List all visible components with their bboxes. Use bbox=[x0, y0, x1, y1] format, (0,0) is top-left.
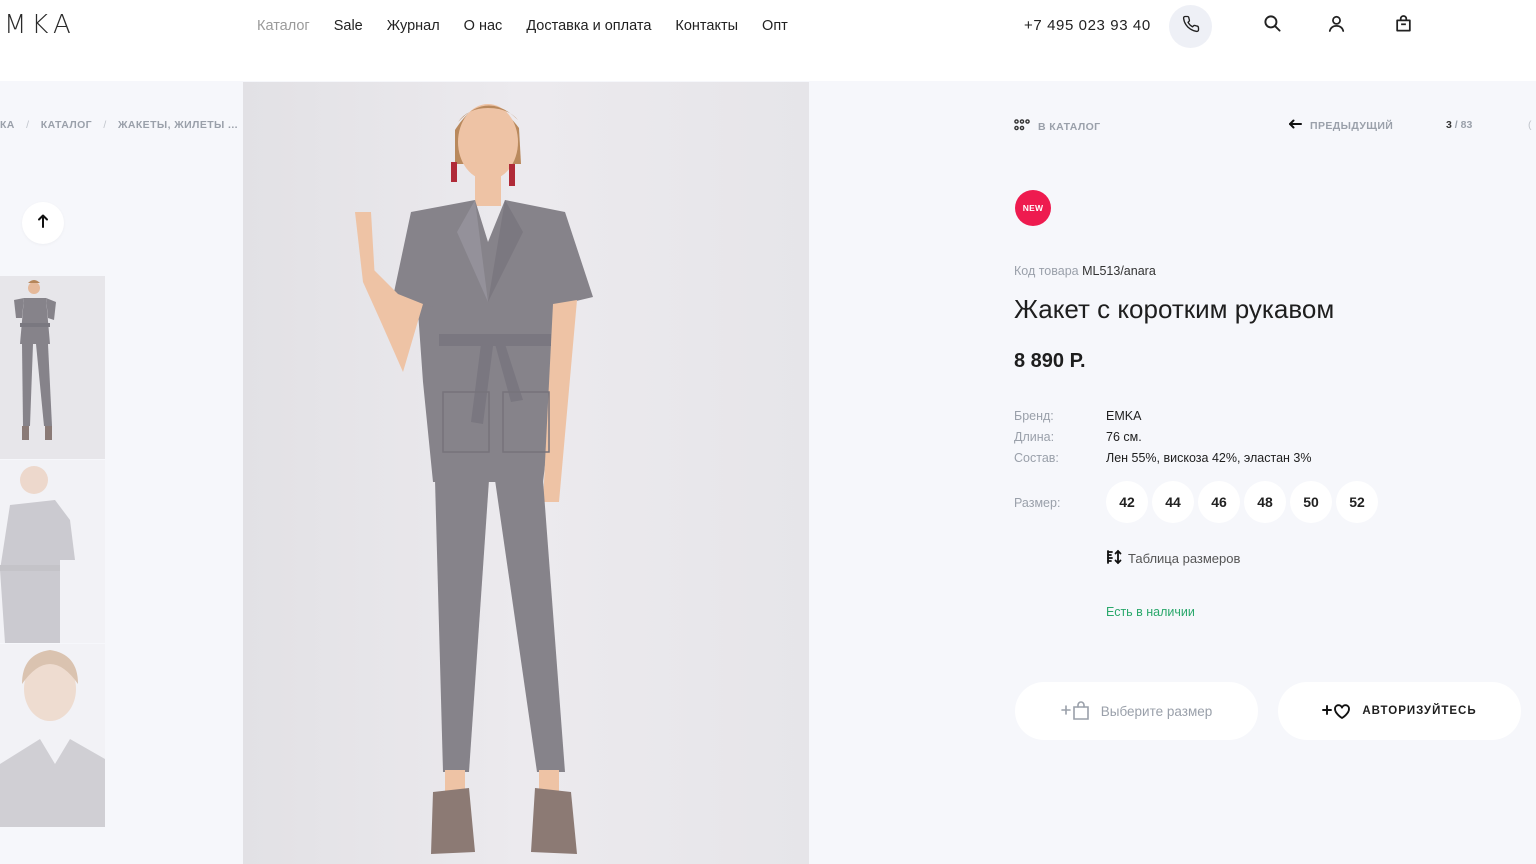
breadcrumb-item-jackets[interactable]: ЖАКЕТЫ, ЖИЛЕТЫ ... bbox=[118, 119, 238, 131]
model-thumbnail-image bbox=[0, 276, 105, 459]
spec-value-brand: EMKA bbox=[1106, 409, 1142, 423]
spec-label-length: Длина: bbox=[1014, 430, 1055, 444]
back-to-catalog-link[interactable]: В КАТАЛОГ bbox=[1014, 119, 1101, 134]
nav-delivery[interactable]: Доставка и оплата bbox=[526, 17, 651, 35]
search-button[interactable] bbox=[1260, 14, 1284, 38]
size-option-50[interactable]: 50 bbox=[1290, 481, 1332, 523]
gallery-thumbnail-2[interactable] bbox=[0, 460, 105, 643]
main-nav: Каталог Sale Журнал О нас Доставка и опл… bbox=[257, 17, 812, 35]
nav-sale[interactable]: Sale bbox=[334, 17, 363, 35]
spec-label-composition: Состав: bbox=[1014, 451, 1059, 465]
size-table-link[interactable]: Таблица размеров bbox=[1106, 549, 1240, 568]
gallery-up-button[interactable] bbox=[22, 202, 64, 244]
size-option-44[interactable]: 44 bbox=[1152, 481, 1194, 523]
authorize-label: АВТОРИЗУЙТЕСЬ bbox=[1362, 705, 1477, 717]
add-to-cart-icon bbox=[1060, 700, 1091, 723]
breadcrumb-item-home[interactable]: КА bbox=[0, 119, 15, 131]
cart-button[interactable] bbox=[1391, 14, 1415, 38]
stock-status: Есть в наличии bbox=[1106, 605, 1195, 619]
phone-icon bbox=[1182, 15, 1200, 38]
model-thumbnail-image bbox=[0, 460, 105, 643]
phone-number[interactable]: +7 495 023 93 40 bbox=[1024, 17, 1151, 34]
spec-value-composition: Лен 55%, вискоза 42%, эластан 3% bbox=[1106, 451, 1312, 465]
breadcrumb-separator: / bbox=[103, 119, 107, 131]
grid-icon bbox=[1014, 119, 1030, 134]
account-button[interactable] bbox=[1324, 14, 1348, 38]
breadcrumb: КА / КАТАЛОГ / ЖАКЕТЫ, ЖИЛЕТЫ ... bbox=[0, 119, 246, 131]
size-label: Размер: bbox=[1014, 496, 1061, 510]
add-to-wishlist-icon bbox=[1322, 700, 1352, 723]
nav-about[interactable]: О нас bbox=[464, 17, 503, 35]
gallery-thumbnail-3[interactable] bbox=[0, 644, 105, 827]
size-option-46[interactable]: 46 bbox=[1198, 481, 1240, 523]
breadcrumb-item-catalog[interactable]: КАТАЛОГ bbox=[41, 119, 92, 131]
product-counter: 3 / 83 bbox=[1446, 119, 1472, 131]
header: MKA Каталог Sale Журнал О нас Доставка и… bbox=[0, 0, 1536, 81]
add-to-cart-label: Выберите размер bbox=[1100, 703, 1213, 719]
product-title: Жакет с коротким рукавом bbox=[1014, 294, 1335, 324]
add-to-cart-button[interactable]: Выберите размер bbox=[1015, 682, 1258, 740]
ruler-icon bbox=[1106, 549, 1122, 568]
nav-journal[interactable]: Журнал bbox=[387, 17, 440, 35]
call-button[interactable] bbox=[1169, 5, 1212, 48]
size-option-48[interactable]: 48 bbox=[1244, 481, 1286, 523]
product-sku: Код товара ML513/anara bbox=[1014, 264, 1156, 278]
nav-catalog[interactable]: Каталог bbox=[257, 17, 310, 35]
sku-value: ML513/anara bbox=[1082, 264, 1156, 278]
breadcrumb-separator: / bbox=[26, 119, 30, 131]
spec-label-brand: Бренд: bbox=[1014, 409, 1054, 423]
nav-contacts[interactable]: Контакты bbox=[675, 17, 738, 35]
spec-value-length: 76 см. bbox=[1106, 430, 1142, 444]
size-option-52[interactable]: 52 bbox=[1336, 481, 1378, 523]
counter-separator: / bbox=[1454, 119, 1458, 131]
arrow-left-icon bbox=[1288, 119, 1302, 132]
nav-wholesale[interactable]: Опт bbox=[762, 17, 788, 35]
arrow-up-icon bbox=[37, 214, 49, 233]
model-photo bbox=[243, 82, 809, 864]
counter-current: 3 bbox=[1446, 119, 1452, 131]
back-to-catalog-label: В КАТАЛОГ bbox=[1038, 120, 1101, 133]
counter-total: 83 bbox=[1460, 119, 1473, 131]
size-selector: 42 44 46 48 50 52 bbox=[1106, 481, 1378, 523]
previous-product-label: ПРЕДЫДУЩИЙ bbox=[1310, 119, 1394, 132]
next-product-link[interactable]: ( bbox=[1528, 119, 1532, 131]
user-icon bbox=[1327, 14, 1346, 38]
add-to-wishlist-button[interactable]: АВТОРИЗУЙТЕСЬ bbox=[1278, 682, 1521, 740]
gallery-thumbnail-1[interactable] bbox=[0, 276, 105, 459]
logo[interactable]: MKA bbox=[4, 10, 76, 40]
size-table-label: Таблица размеров bbox=[1128, 551, 1241, 566]
previous-product-link[interactable]: ПРЕДЫДУЩИЙ bbox=[1288, 119, 1393, 132]
sku-label: Код товара bbox=[1014, 264, 1079, 278]
search-icon bbox=[1263, 14, 1282, 38]
product-price: 8 890 Р. bbox=[1014, 350, 1086, 372]
size-option-42[interactable]: 42 bbox=[1106, 481, 1148, 523]
cart-icon bbox=[1394, 14, 1413, 38]
model-thumbnail-image bbox=[0, 644, 105, 827]
new-badge: NEW bbox=[1015, 190, 1051, 226]
product-main-image[interactable] bbox=[243, 82, 809, 864]
